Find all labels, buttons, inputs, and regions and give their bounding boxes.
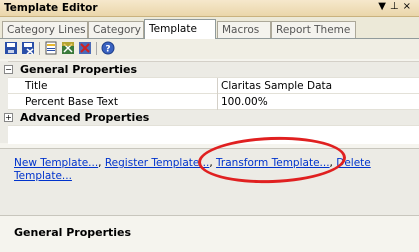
delete-link-text: Template... [14, 170, 72, 182]
column-divider [217, 78, 218, 94]
tab-template[interactable]: Template [144, 19, 216, 39]
toolbar-separator [96, 42, 97, 55]
tab-category[interactable]: Category [88, 21, 144, 38]
category-general-properties[interactable]: − General Properties [4, 62, 419, 78]
window-controls: ▼⊥× [378, 1, 415, 12]
export-icon[interactable] [61, 41, 75, 55]
description-panel: General Properties [0, 216, 419, 252]
tab-macros[interactable]: Macros [217, 21, 271, 38]
toolbar: ? [0, 39, 419, 59]
property-row[interactable]: Percent Base Text 100.00% [8, 94, 419, 110]
new-template-link[interactable]: New Template... [14, 157, 98, 169]
tab-report-theme[interactable]: Report Theme [271, 21, 356, 38]
window-titlebar: Template Editor ▼⊥× [0, 0, 419, 17]
property-grid: − General Properties Title Claritas Samp… [4, 61, 419, 144]
category-advanced-properties[interactable]: + Advanced Properties [4, 110, 419, 126]
register-template-link[interactable]: Register Template... [105, 157, 210, 169]
toolbar-separator [39, 42, 40, 55]
property-name: Title [25, 80, 48, 92]
help-icon[interactable]: ? [101, 41, 115, 55]
close-icon[interactable]: × [403, 1, 415, 12]
delete-icon[interactable] [78, 41, 92, 55]
collapse-icon[interactable]: − [4, 65, 13, 74]
new-document-icon[interactable] [44, 41, 58, 55]
property-name: Percent Base Text [25, 96, 118, 108]
pin-icon[interactable]: ⊥ [390, 1, 403, 12]
save-as-icon[interactable] [21, 41, 35, 55]
save-icon[interactable] [4, 41, 18, 55]
tab-bar: Category Lines Category Template Macros … [0, 17, 419, 39]
dropdown-arrow-icon[interactable]: ▼ [378, 1, 390, 12]
tab-category-lines[interactable]: Category Lines [2, 21, 88, 38]
category-label: General Properties [20, 63, 138, 76]
expand-icon[interactable]: + [4, 113, 13, 122]
link-separator: , [98, 157, 102, 169]
column-divider [217, 94, 218, 110]
property-value[interactable]: 100.00% [221, 96, 268, 108]
svg-text:?: ? [105, 45, 110, 55]
property-row[interactable]: Title Claritas Sample Data [8, 78, 419, 94]
window-title: Template Editor [4, 2, 98, 14]
category-label: Advanced Properties [20, 111, 150, 124]
description-title: General Properties [14, 226, 132, 239]
property-value[interactable]: Claritas Sample Data [221, 80, 332, 92]
